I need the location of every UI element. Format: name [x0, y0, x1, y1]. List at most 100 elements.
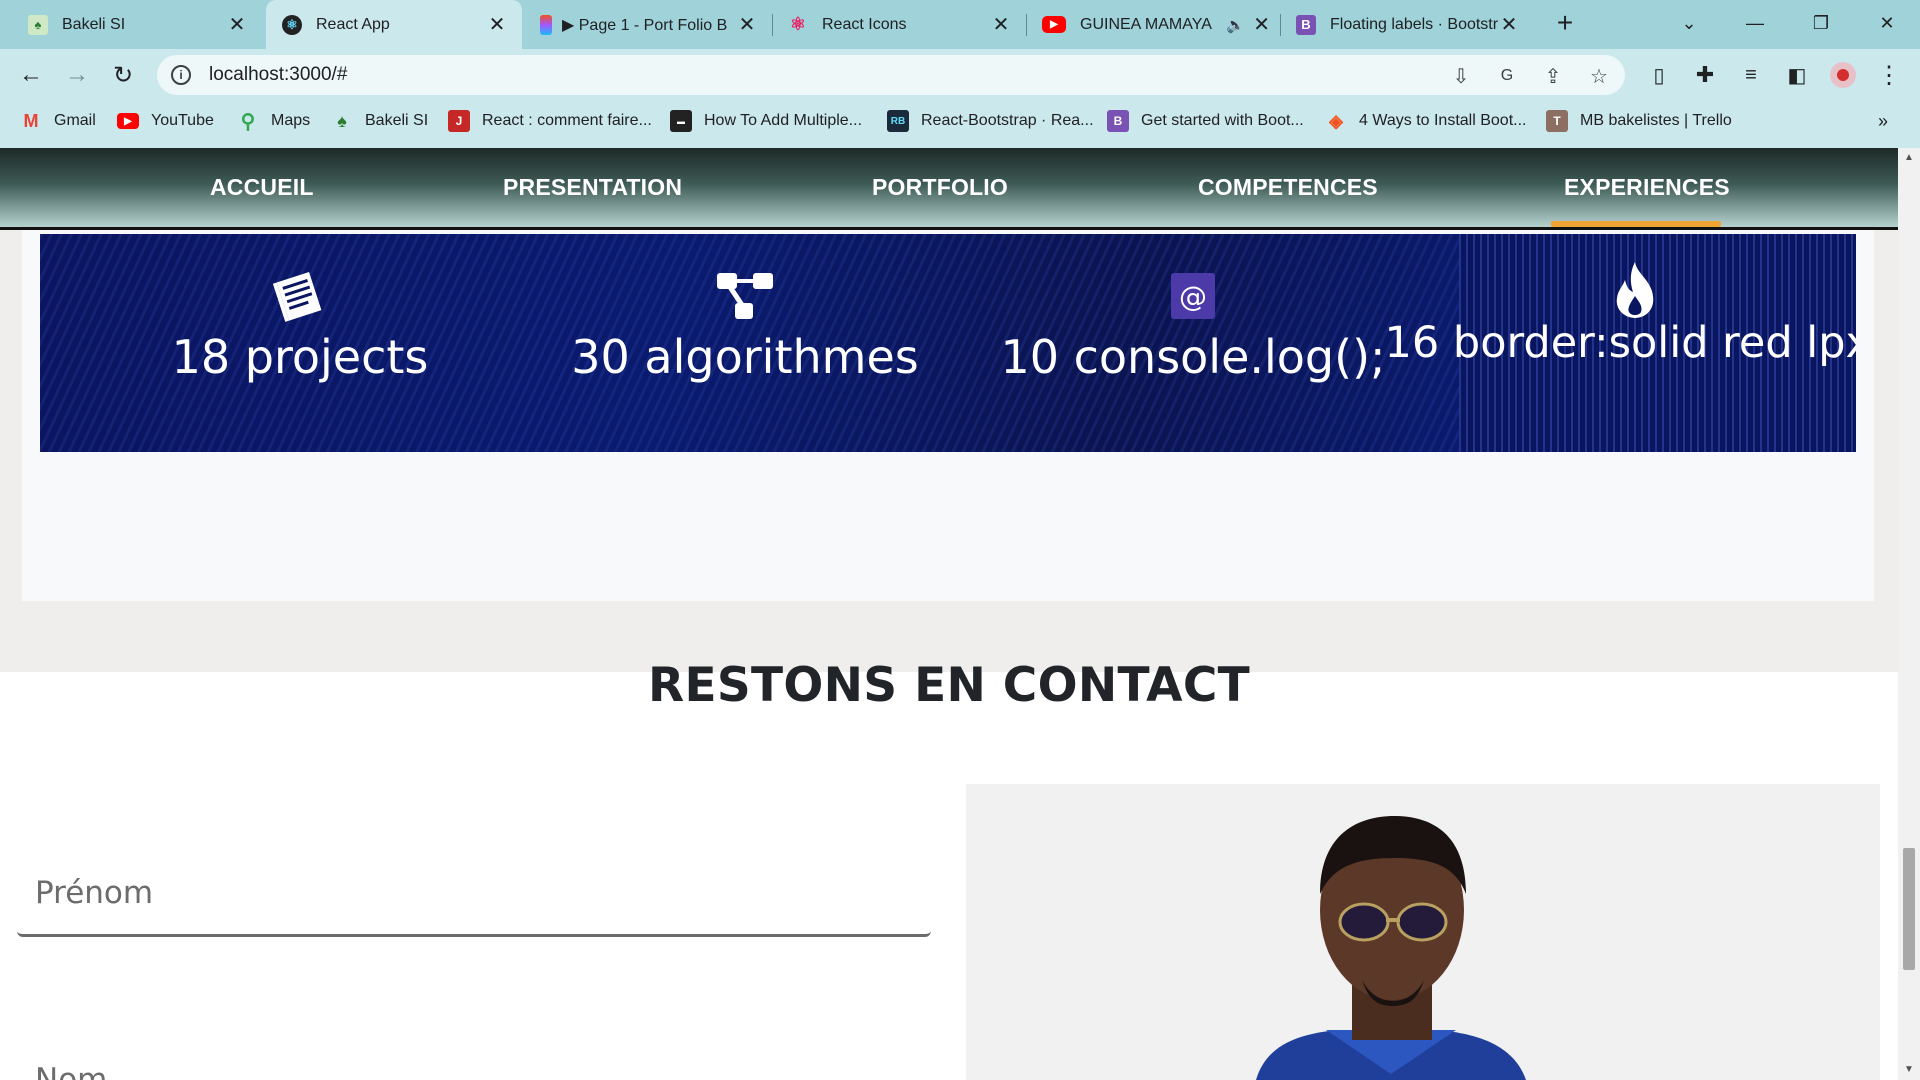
info-icon[interactable]: i [171, 65, 191, 85]
bookmark-star-icon[interactable]: ☆ [1588, 65, 1610, 88]
tab-separator [1026, 14, 1027, 36]
site-navbar: ACCUEIL PRESENTATION PORTFOLIO COMPETENC… [0, 148, 1898, 230]
tab-title: React Icons [822, 15, 907, 33]
dark-site-icon: ▬ [670, 110, 692, 132]
page-scrollbar[interactable]: ▲ ▼ [1898, 148, 1920, 1080]
close-icon[interactable]: ✕ [486, 12, 508, 37]
page-viewport: 18 projects 30 algorithmes @ 10 console.… [0, 148, 1898, 1080]
install-app-icon[interactable]: ⇩ [1450, 65, 1472, 88]
bookmark-react-bootstrap[interactable]: RB React-Bootstrap · Rea... [887, 101, 1094, 141]
close-icon[interactable]: ✕ [1251, 12, 1273, 37]
stat-algorithmes: 30 algorithmes [560, 234, 930, 452]
profile-photo-panel [966, 784, 1880, 1080]
bookmark-label: 4 Ways to Install Boot... [1359, 112, 1527, 129]
tab-title: GUINEA MAMAYA [1080, 15, 1212, 33]
tab-floating-labels[interactable]: B Floating labels · Bootstr ✕ [1282, 0, 1534, 49]
translate-icon[interactable]: G [1496, 65, 1518, 87]
profile-avatar[interactable] [1825, 57, 1861, 93]
tab-title: Floating labels · Bootstr [1330, 15, 1498, 33]
figma-favicon-icon [540, 14, 552, 35]
bakeli-icon: ♠ [337, 110, 347, 131]
last-name-label: Nom [35, 1062, 108, 1080]
bootstrap-favicon-icon: B [1296, 14, 1316, 35]
tab-separator [1280, 14, 1281, 36]
new-tab-button[interactable]: + [1542, 0, 1588, 46]
share-icon[interactable]: ⇪ [1542, 65, 1564, 88]
tab-search-icon[interactable]: ⌄ [1666, 0, 1712, 46]
close-window-icon[interactable]: ✕ [1864, 0, 1910, 46]
nav-item-portfolio[interactable]: PORTFOLIO [872, 148, 1008, 227]
scroll-down-arrow-icon[interactable]: ▼ [1898, 1060, 1920, 1080]
bookmark-label: MB bakelistes | Trello [1580, 112, 1732, 129]
gmail-icon: M [23, 110, 39, 131]
tab-title: React App [316, 15, 390, 33]
browser-tab-bar: ♠ Bakeli SI ✕ ⚛ React App ✕ ▶ Page 1 - P… [0, 0, 1920, 49]
restore-icon[interactable]: ❐ [1798, 0, 1844, 46]
bookmark-react-comment[interactable]: J React : comment faire... [448, 101, 652, 141]
profile-photo [1256, 816, 1526, 1080]
bookmark-maps[interactable]: ⚲ Maps [237, 101, 310, 141]
first-name-field[interactable]: Prénom [17, 847, 931, 937]
tab-title: Bakeli SI [62, 15, 126, 33]
close-icon[interactable]: ✕ [226, 12, 248, 37]
trello-icon: T [1546, 110, 1568, 132]
more-bookmarks-icon[interactable]: » [1878, 101, 1888, 141]
tab-figma-page[interactable]: ▶ Page 1 - Port Folio B ✕ [526, 0, 772, 49]
url-text[interactable]: localhost:3000/# [209, 64, 347, 86]
scroll-up-arrow-icon[interactable]: ▲ [1898, 148, 1920, 168]
youtube-favicon-icon: ▶ [1042, 16, 1066, 33]
react-bootstrap-icon: RB [887, 110, 909, 132]
tab-bakeli-si[interactable]: ♠ Bakeli SI ✕ [0, 0, 262, 49]
forward-icon[interactable]: → [59, 57, 95, 93]
minimize-icon[interactable]: — [1732, 0, 1778, 46]
bookmark-trello[interactable]: T MB bakelistes | Trello [1546, 101, 1732, 141]
active-nav-indicator [1551, 221, 1721, 227]
side-panel-icon[interactable]: ◧ [1779, 57, 1815, 93]
tab-youtube-video[interactable]: ▶ GUINEA MAMAYA 🔈 ✕ [1028, 0, 1278, 49]
close-icon[interactable]: ✕ [1498, 12, 1520, 37]
nav-item-accueil[interactable]: ACCUEIL [210, 148, 314, 227]
address-bar[interactable]: i localhost:3000/# ⇩ G ⇪ ☆ [157, 55, 1625, 95]
reading-mode-icon[interactable]: ▯ [1641, 57, 1677, 93]
stat-console-log: @ 10 console.log(); [998, 234, 1388, 452]
contact-section-title: RESTONS EN CONTACT [647, 658, 1251, 713]
stat-console-log-text: 10 console.log(); [1000, 330, 1386, 384]
menu-kebab-icon[interactable]: ⋮ [1871, 57, 1907, 93]
nav-item-experiences[interactable]: EXPERIENCES [1564, 148, 1730, 227]
bookmark-install-bootstrap[interactable]: ◈ 4 Ways to Install Boot... [1325, 101, 1526, 141]
bookmarks-bar: M Gmail ▶ YouTube ⚲ Maps ♠ Bakeli SI J R… [0, 101, 1920, 148]
speaker-icon[interactable]: 🔈 [1226, 16, 1245, 34]
bookmark-label: YouTube [151, 112, 214, 129]
bookmark-label: Maps [271, 112, 311, 129]
bookmark-add-multiple[interactable]: ▬ How To Add Multiple... [670, 101, 862, 141]
fire-icon [1607, 262, 1663, 318]
back-icon[interactable]: ← [13, 57, 49, 93]
bookmark-gmail[interactable]: M Gmail [20, 101, 96, 141]
bookmark-bakeli-si[interactable]: ♠ Bakeli SI [331, 101, 428, 141]
react-icons-favicon-icon: ⚛ [789, 14, 807, 34]
bookmark-get-started-bootstrap[interactable]: B Get started with Boot... [1107, 101, 1304, 141]
nav-item-competences[interactable]: COMPETENCES [1198, 148, 1378, 227]
bookmark-youtube[interactable]: ▶ YouTube [117, 101, 214, 141]
bootstrap-icon: B [1107, 110, 1129, 132]
git-diamond-icon: ◈ [1329, 110, 1343, 131]
notebook-icon [272, 270, 328, 322]
reload-icon[interactable]: ↻ [105, 57, 141, 93]
tab-title: ▶ Page 1 - Port Folio B [562, 16, 728, 34]
maps-pin-icon: ⚲ [240, 110, 256, 133]
at-sign-icon: @ [1171, 270, 1215, 322]
nav-item-presentation[interactable]: PRESENTATION [503, 148, 682, 227]
scrollbar-thumb[interactable] [1903, 848, 1915, 970]
last-name-field[interactable]: Nom [17, 1034, 931, 1080]
tab-separator [772, 14, 773, 36]
tab-react-app[interactable]: ⚛ React App ✕ [266, 0, 522, 49]
youtube-icon: ▶ [117, 113, 139, 129]
extensions-icon[interactable]: ✚ [1687, 57, 1723, 93]
close-icon[interactable]: ✕ [736, 12, 758, 37]
sitemap-icon [715, 270, 775, 322]
stat-algorithmes-text: 30 algorithmes [571, 330, 919, 384]
media-control-icon[interactable]: ≡ [1733, 57, 1769, 93]
tab-react-icons[interactable]: ⚛ React Icons ✕ [774, 0, 1026, 49]
close-icon[interactable]: ✕ [990, 12, 1012, 37]
first-name-label: Prénom [35, 875, 154, 911]
